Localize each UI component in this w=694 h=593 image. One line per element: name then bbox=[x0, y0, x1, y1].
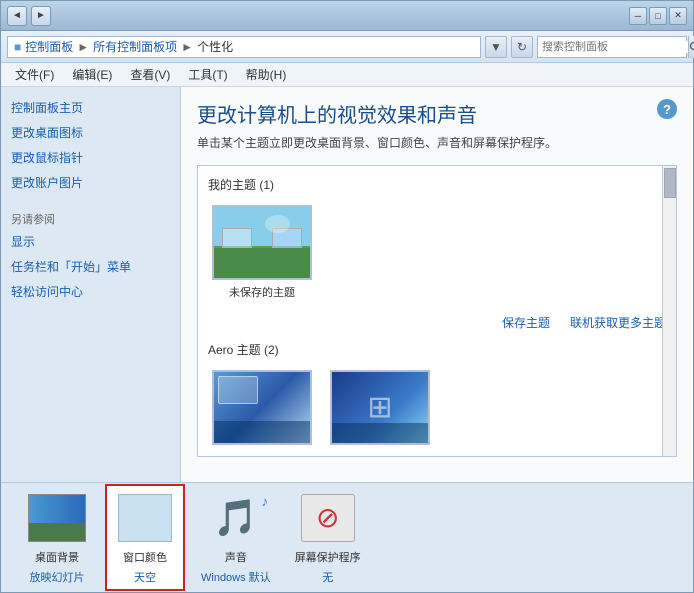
aero-themes-label: Aero 主题 (2) bbox=[208, 341, 666, 358]
search-box bbox=[537, 36, 687, 58]
sound-label: 声音 bbox=[225, 549, 247, 565]
aero-theme-2[interactable]: ⊞ Windows 经典 bbox=[326, 366, 434, 446]
page-subtitle: 单击某个主题立即更改桌面背景、窗口颜色、声音和屏幕保护程序。 bbox=[197, 134, 677, 151]
path-item-1[interactable]: 控制面板 bbox=[25, 38, 73, 55]
sidebar-link-account-picture[interactable]: 更改账户图片 bbox=[11, 174, 170, 191]
menu-file[interactable]: 文件(F) bbox=[7, 64, 62, 85]
path-separator-1: ► bbox=[77, 40, 89, 54]
aero-theme-2-thumbnail: ⊞ bbox=[330, 370, 430, 445]
scroll-track[interactable] bbox=[662, 166, 676, 456]
menu-help[interactable]: 帮助(H) bbox=[238, 64, 295, 85]
menu-edit[interactable]: 编辑(E) bbox=[64, 64, 120, 85]
aero-theme-1[interactable]: Windows 7 bbox=[208, 366, 316, 446]
actions-row: 保存主题 联机获取更多主题 bbox=[208, 314, 666, 331]
window-color-sublabel: 天空 bbox=[134, 569, 156, 585]
wallpaper-toolbar-item[interactable]: 桌面背景 放映幻灯片 bbox=[17, 486, 97, 589]
address-dropdown-button[interactable]: ▼ bbox=[485, 36, 507, 58]
path-separator-2: ► bbox=[181, 40, 193, 54]
my-themes-label: 我的主题 (1) bbox=[208, 176, 666, 193]
page-title: 更改计算机上的视觉效果和声音 bbox=[197, 99, 677, 128]
themes-container: 我的主题 (1) bbox=[197, 165, 677, 457]
sound-icon-graphic: 🎵 ♪ bbox=[213, 497, 258, 539]
address-bar: ■ 控制面板 ► 所有控制面板项 ► 个性化 ▼ ↻ bbox=[1, 31, 693, 63]
search-icon bbox=[689, 41, 694, 53]
content-area: ? 更改计算机上的视觉效果和声音 单击某个主题立即更改桌面背景、窗口颜色、声音和… bbox=[181, 87, 693, 482]
sidebar-link-home[interactable]: 控制面板主页 bbox=[11, 99, 170, 116]
online-themes-link[interactable]: 联机获取更多主题 bbox=[570, 314, 666, 331]
search-button[interactable] bbox=[688, 36, 694, 58]
window-color-toolbar-item[interactable]: 窗口颜色 天空 bbox=[105, 484, 185, 591]
sidebar: 控制面板主页 更改桌面图标 更改鼠标指针 更改账户图片 另请参阅 显示 任务栏和… bbox=[1, 87, 181, 482]
themes-scroll[interactable]: 我的主题 (1) bbox=[208, 176, 666, 446]
bottom-toolbar: 桌面背景 放映幻灯片 窗口颜色 天空 🎵 ♪ 声音 Windows 默认 bbox=[1, 482, 693, 592]
folder-icon: ■ bbox=[14, 40, 21, 54]
unsaved-theme-thumbnail bbox=[212, 205, 312, 280]
title-bar-left: ◄ ► bbox=[7, 6, 51, 26]
my-themes-row: 未保存的主题 bbox=[208, 201, 666, 304]
screensaver-sublabel: 无 bbox=[322, 569, 333, 585]
main-content: 控制面板主页 更改桌面图标 更改鼠标指针 更改账户图片 另请参阅 显示 任务栏和… bbox=[1, 87, 693, 482]
screensaver-toolbar-item[interactable]: 屏幕保护程序 无 bbox=[287, 486, 369, 589]
unsaved-theme-item[interactable]: 未保存的主题 bbox=[208, 201, 316, 304]
sidebar-link-taskbar[interactable]: 任务栏和「开始」菜单 bbox=[11, 258, 170, 275]
minimize-button[interactable]: ─ bbox=[629, 7, 647, 25]
window-color-icon bbox=[115, 490, 175, 545]
sidebar-link-display[interactable]: 显示 bbox=[11, 233, 170, 250]
path-item-2[interactable]: 所有控制面板项 bbox=[93, 38, 177, 55]
screensaver-icon bbox=[298, 490, 358, 545]
search-input[interactable] bbox=[538, 41, 688, 53]
title-bar: ◄ ► ─ □ ✕ bbox=[1, 1, 693, 31]
sound-icon: 🎵 ♪ bbox=[206, 490, 266, 545]
aero-theme-1-thumbnail bbox=[212, 370, 312, 445]
save-theme-link[interactable]: 保存主题 bbox=[502, 314, 550, 331]
window-color-icon-graphic bbox=[118, 494, 172, 542]
path-item-3[interactable]: 个性化 bbox=[197, 38, 233, 55]
menu-bar: 文件(F) 编辑(E) 查看(V) 工具(T) 帮助(H) bbox=[1, 63, 693, 87]
nav-back-button[interactable]: ◄ bbox=[7, 6, 27, 26]
screensaver-label: 屏幕保护程序 bbox=[295, 549, 361, 565]
help-button[interactable]: ? bbox=[657, 99, 677, 119]
wallpaper-sublabel: 放映幻灯片 bbox=[30, 569, 85, 585]
unsaved-theme-label: 未保存的主题 bbox=[229, 284, 295, 300]
window-controls: ─ □ ✕ bbox=[629, 7, 687, 25]
maximize-button[interactable]: □ bbox=[649, 7, 667, 25]
sound-toolbar-item[interactable]: 🎵 ♪ 声音 Windows 默认 bbox=[193, 486, 279, 589]
sidebar-link-accessibility[interactable]: 轻松访问中心 bbox=[11, 283, 170, 300]
wallpaper-label: 桌面背景 bbox=[35, 549, 79, 565]
scroll-thumb[interactable] bbox=[664, 168, 676, 198]
sound-sublabel: Windows 默认 bbox=[201, 569, 271, 585]
sidebar-link-desktop-icons[interactable]: 更改桌面图标 bbox=[11, 124, 170, 141]
sidebar-link-mouse-pointer[interactable]: 更改鼠标指针 bbox=[11, 149, 170, 166]
screensaver-icon-graphic bbox=[301, 494, 355, 542]
close-button[interactable]: ✕ bbox=[669, 7, 687, 25]
nav-forward-button[interactable]: ► bbox=[31, 6, 51, 26]
menu-tools[interactable]: 工具(T) bbox=[180, 64, 235, 85]
menu-view[interactable]: 查看(V) bbox=[122, 64, 178, 85]
wallpaper-icon-graphic bbox=[28, 494, 86, 542]
window: ◄ ► ─ □ ✕ ■ 控制面板 ► 所有控制面板项 ► 个性化 ▼ ↻ bbox=[0, 0, 694, 593]
window-color-label: 窗口颜色 bbox=[123, 549, 167, 565]
address-path[interactable]: ■ 控制面板 ► 所有控制面板项 ► 个性化 bbox=[7, 36, 481, 58]
also-see-title: 另请参阅 bbox=[11, 211, 170, 227]
refresh-button[interactable]: ↻ bbox=[511, 36, 533, 58]
aero-themes-row: Windows 7 ⊞ Windows 经典 bbox=[208, 366, 666, 446]
wallpaper-icon bbox=[27, 490, 87, 545]
